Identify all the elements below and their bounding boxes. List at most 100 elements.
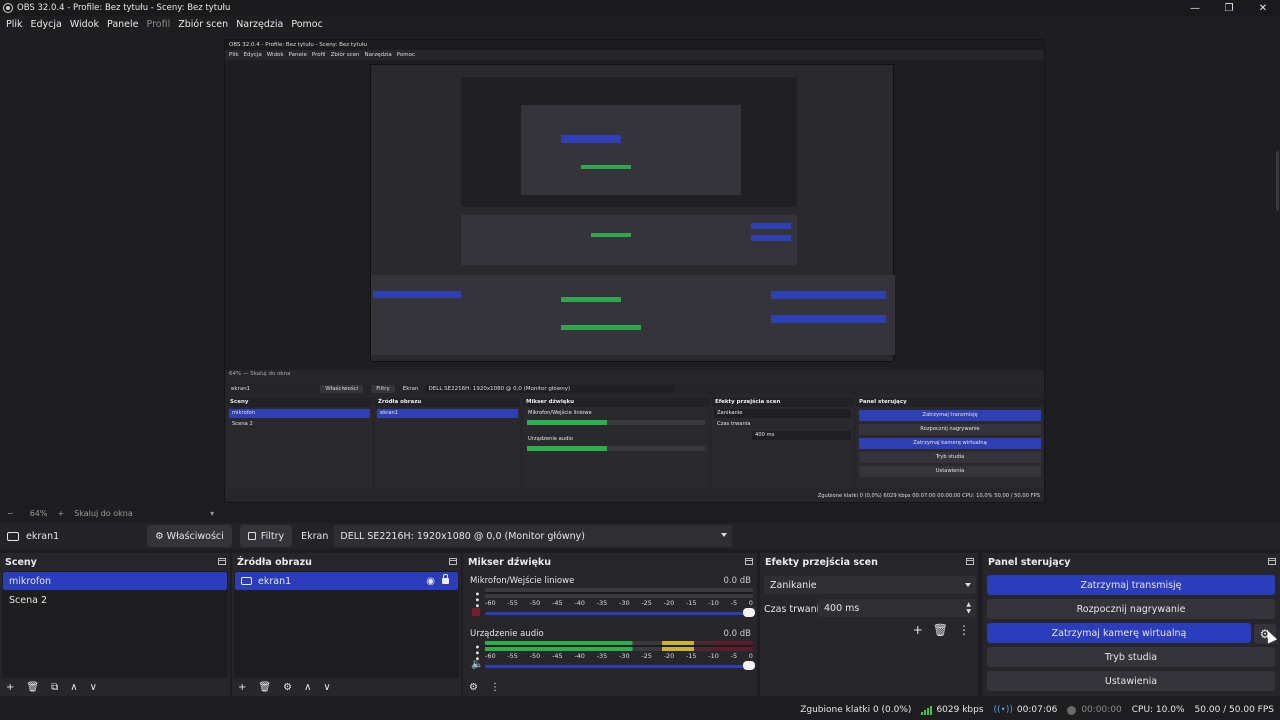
mixer-menu-button[interactable]: ⋮	[490, 682, 500, 693]
nested-menu: Plik Edycja Widok Panele Profil Zbiór sc…	[225, 50, 1044, 60]
filters-button[interactable]: Filtry	[239, 525, 293, 547]
source-item[interactable]: ekran1 ◉	[235, 572, 458, 590]
nested-scene-item: mikrofon	[229, 409, 370, 418]
undock-icon[interactable]	[745, 558, 753, 565]
menu-profile[interactable]: Profil	[147, 19, 171, 30]
nested-sources-dock: Źródła obrazu ekran1	[375, 398, 520, 488]
undock-icon[interactable]	[218, 558, 226, 565]
settings-button[interactable]: Ustawienia	[987, 671, 1275, 691]
tick-label: -35	[596, 652, 608, 660]
add-source-button[interactable]: +	[238, 682, 246, 693]
scene-item[interactable]: Scena 2	[3, 591, 227, 609]
channel-menu-icon[interactable]: •••	[471, 591, 482, 609]
minimize-button[interactable]: —	[1178, 0, 1212, 16]
menu-view[interactable]: Widok	[70, 19, 99, 30]
nested-mixer-dock: Mikser dźwięku Mikrofon/Wejście liniowe …	[523, 398, 709, 488]
menu-file[interactable]: Plik	[6, 19, 23, 30]
remove-transition-button[interactable]: 🗑	[933, 623, 948, 637]
preview-area[interactable]: OBS 32.0.4 - Profile: Bez tytułu - Sceny…	[0, 33, 1280, 507]
studio-mode-button[interactable]: Tryb studia	[987, 647, 1275, 667]
add-scene-button[interactable]: +	[6, 682, 14, 693]
add-transition-button[interactable]: +	[913, 623, 923, 637]
muted-speaker-icon[interactable]	[472, 608, 480, 616]
tick-label: -20	[663, 599, 675, 607]
source-label: ekran1	[258, 575, 292, 587]
transition-menu-button[interactable]: ⋮	[958, 623, 970, 637]
recursive-block	[751, 223, 791, 229]
scale-dropdown[interactable]: Skaluj do okna ▾	[74, 509, 214, 518]
move-down-button[interactable]: ∨	[90, 682, 97, 693]
zoom-in-button[interactable]: +	[57, 509, 64, 518]
volume-slider-handle[interactable]	[743, 661, 755, 670]
nested-menu-item: Panele	[288, 52, 307, 58]
visibility-eye-icon[interactable]: ◉	[426, 576, 435, 587]
nested-control-button: Tryb studia	[859, 452, 1041, 463]
menu-help[interactable]: Pomoc	[291, 19, 323, 30]
lock-icon[interactable]	[442, 574, 449, 584]
move-down-button[interactable]: ∨	[323, 682, 330, 693]
tick-label: -5	[730, 652, 738, 660]
screen-select[interactable]: DELL SE2216H: 1920x1080 @ 0,0 (Monitor g…	[334, 525, 733, 547]
menu-tools[interactable]: Narzędzia	[236, 19, 283, 30]
recursive-block	[561, 135, 621, 143]
properties-button[interactable]: ⚙ Właściwości	[147, 525, 232, 547]
stop-streaming-button[interactable]: Zatrzymaj transmisję	[987, 575, 1275, 595]
start-recording-button[interactable]: Rozpocznij nagrywanie	[987, 599, 1275, 619]
nested-screen-select: DELL SE2216H: 1920x1080 @ 0,0 (Monitor g…	[424, 384, 675, 393]
advanced-audio-button[interactable]: ⚙	[469, 682, 478, 693]
scenes-list: mikrofon Scena 2	[2, 571, 228, 678]
scene-filters-button[interactable]: ⧉	[51, 682, 58, 693]
zoom-out-button[interactable]: −	[7, 509, 14, 518]
nested-title: OBS 32.0.4 - Profile: Bez tytułu - Sceny…	[225, 40, 1044, 50]
remove-source-button[interactable]: 🗑	[258, 682, 271, 693]
move-up-button[interactable]: ∧	[304, 682, 311, 693]
preview-scrollbar[interactable]	[1276, 151, 1279, 211]
dock-title: Panel sterujący	[988, 556, 1071, 568]
audio-mixer-dock: Mikser dźwięku Mikrofon/Wejście liniowe …	[463, 553, 757, 696]
volume-slider[interactable]	[485, 612, 753, 615]
tick-label: -20	[663, 652, 675, 660]
nested-status: Zgubione klatki 0 (0,0%) 6029 kbps 00:07…	[817, 493, 1040, 499]
window-controls: — ❐ ✕	[1178, 0, 1280, 16]
nested-control-button: Ustawienia	[859, 466, 1041, 477]
nested-mixer-item: Urządzenie audio	[528, 436, 573, 442]
obs-logo-icon	[3, 3, 13, 13]
scene-item[interactable]: mikrofon	[3, 572, 227, 590]
menu-docks[interactable]: Panele	[107, 19, 138, 30]
undock-icon[interactable]	[449, 558, 457, 565]
speaker-icon[interactable]: 🔈	[471, 659, 483, 670]
transitions-dock: Efekty przejścia scen Zanikanie Czas trw…	[760, 553, 978, 696]
recursive-block	[373, 291, 461, 298]
undock-icon[interactable]	[966, 558, 974, 565]
undock-icon[interactable]	[1268, 558, 1276, 565]
duration-spinbox[interactable]: 400 ms ▲ ▼	[818, 599, 976, 617]
nested-dock-title: Sceny	[227, 398, 372, 407]
menu-edit[interactable]: Edycja	[31, 19, 62, 30]
close-button[interactable]: ✕	[1246, 0, 1280, 16]
recursive-block	[591, 233, 631, 237]
tick-label: 0	[748, 652, 753, 660]
volume-slider-handle[interactable]	[743, 608, 755, 617]
nested-transitions-dock: Efekty przejścia scen Zanikanie Czas trw…	[712, 398, 853, 488]
nested-source-name: ekran1	[231, 385, 251, 392]
stop-virtual-camera-button[interactable]: Zatrzymaj kamerę wirtualną	[987, 623, 1251, 643]
transition-actions: + 🗑 ⋮	[913, 623, 970, 637]
meter-level	[485, 647, 753, 651]
spin-arrows-icon[interactable]: ▲ ▼	[966, 601, 971, 615]
nested-transition: Zanikanie	[714, 409, 851, 418]
nested-dock-title: Efekty przejścia scen	[712, 398, 853, 407]
maximize-button[interactable]: ❐	[1212, 0, 1246, 16]
filters-label: Filtry	[260, 530, 285, 542]
tick-label: -50	[529, 599, 541, 607]
source-properties-button[interactable]: ⚙	[283, 682, 292, 693]
nested-control-button: Zatrzymaj kamerę wirtualną	[859, 438, 1041, 449]
menu-scene-collection[interactable]: Zbiór scen	[178, 19, 228, 30]
volume-slider[interactable]	[485, 665, 753, 668]
sources-dock: Źródła obrazu ekran1 ◉ + 🗑 ⚙ ∧ ∨	[232, 553, 461, 696]
nested-menu-item: Zbiór scen	[330, 52, 360, 58]
channel-db: 0.0 dB	[723, 576, 751, 586]
move-up-button[interactable]: ∧	[70, 682, 77, 693]
recursive-block	[771, 291, 886, 299]
remove-scene-button[interactable]: 🗑	[26, 682, 39, 693]
transition-select[interactable]: Zanikanie	[764, 576, 976, 594]
